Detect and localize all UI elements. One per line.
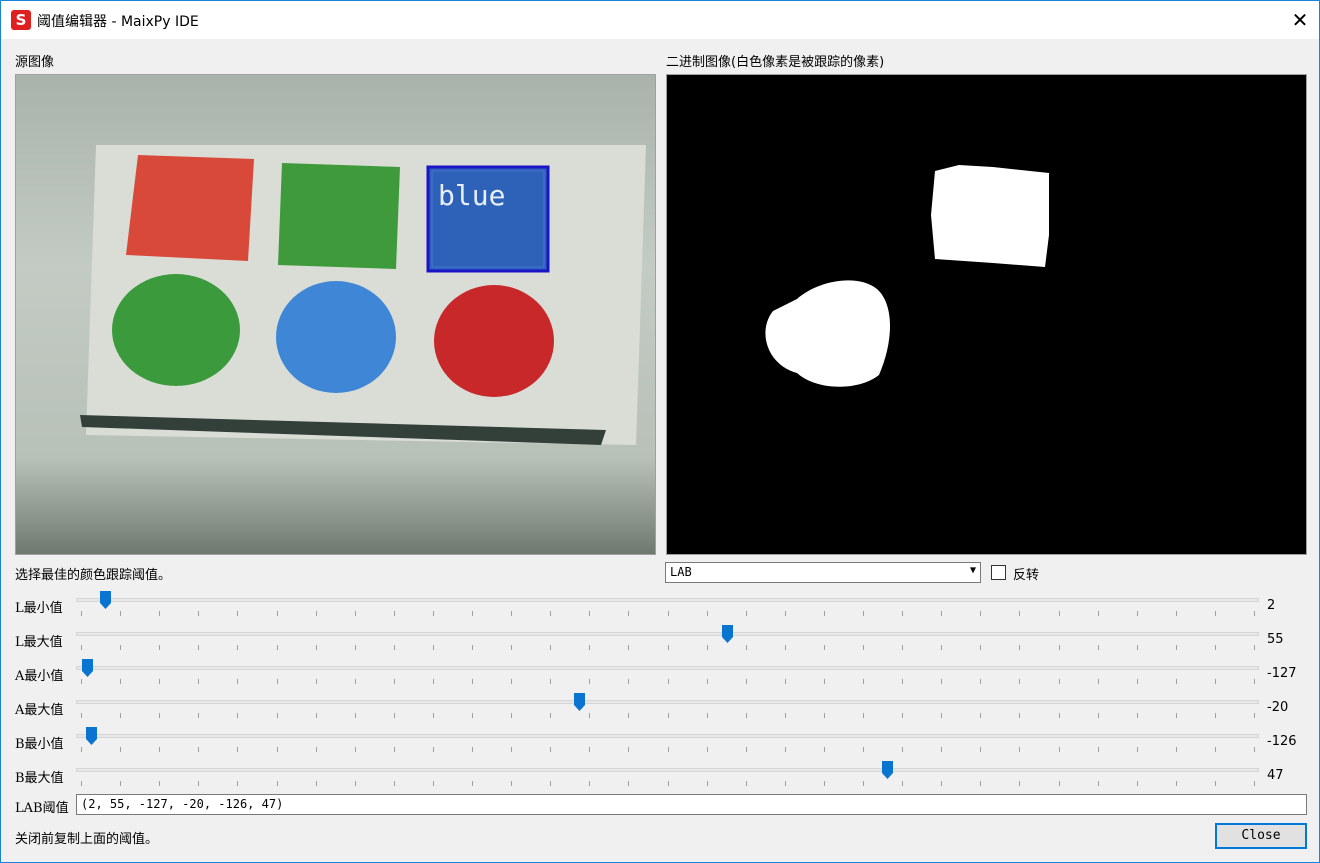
slider-thumb[interactable] (100, 591, 111, 609)
slider-label: L最小值 (15, 601, 63, 616)
slider-label: A最小值 (15, 669, 64, 684)
slider-label: B最小值 (15, 737, 64, 752)
chevron-down-icon: ▼ (969, 565, 976, 576)
source-image-picture: blue (80, 145, 646, 445)
threshold-editor-window: S 阈值编辑器 - MaixPy IDE ✕ 源图像 二进制图像(白色像素是被跟… (0, 0, 1320, 863)
close-button[interactable]: Close (1215, 823, 1307, 849)
binary-image (666, 74, 1307, 555)
slider-ticks (81, 781, 1256, 787)
window-title: 阈值编辑器 - MaixPy IDE (37, 14, 199, 30)
slider-thumb[interactable] (82, 659, 93, 677)
slider-thumb[interactable] (882, 761, 893, 779)
slider-label: B最大值 (15, 771, 64, 786)
blue-overlay-label: blue (438, 179, 505, 212)
slider-value: 47 (1267, 768, 1284, 783)
slider-value: -127 (1267, 666, 1297, 681)
source-image-label: 源图像 (15, 55, 55, 70)
slider-track[interactable] (76, 632, 1259, 636)
slider-thumb[interactable] (86, 727, 97, 745)
footer-note: 关闭前复制上面的阈值。 (15, 832, 159, 847)
slider-ticks (81, 747, 1256, 753)
slider-thumb[interactable] (574, 693, 585, 711)
instruction-text: 选择最佳的颜色跟踪阈值。 (15, 568, 172, 583)
invert-label: 反转 (1013, 568, 1040, 583)
slider-label: L最大值 (15, 635, 63, 650)
source-image: blue (15, 74, 656, 555)
colorspace-select[interactable]: LAB ▼ (665, 562, 981, 583)
title-bar[interactable]: S 阈值编辑器 - MaixPy IDE ✕ (1, 1, 1319, 39)
slider-value: -126 (1267, 734, 1297, 749)
slider-track[interactable] (76, 700, 1259, 704)
slider-ticks (81, 713, 1256, 719)
slider-ticks (81, 679, 1256, 685)
slider-track[interactable] (76, 768, 1259, 772)
slider-label: A最大值 (15, 703, 64, 718)
slider-value: 55 (1267, 632, 1284, 647)
slider-thumb[interactable] (722, 625, 733, 643)
lab-threshold-field[interactable]: (2, 55, -127, -20, -126, 47) (76, 794, 1307, 815)
binary-image-picture (765, 165, 1049, 387)
colorspace-selected: LAB (670, 565, 692, 579)
slider-track[interactable] (76, 734, 1259, 738)
slider-ticks (81, 611, 1256, 617)
maixpy-app-icon: S (11, 10, 31, 30)
slider-value: 2 (1267, 598, 1276, 613)
binary-image-label: 二进制图像(白色像素是被跟踪的像素) (666, 55, 885, 70)
close-icon[interactable]: ✕ (1285, 5, 1315, 35)
slider-track[interactable] (76, 666, 1259, 670)
slider-ticks (81, 645, 1256, 651)
lab-threshold-label: LAB阈值 (15, 801, 69, 816)
slider-track[interactable] (76, 598, 1259, 602)
invert-checkbox[interactable] (991, 565, 1006, 580)
slider-value: -20 (1267, 700, 1289, 715)
